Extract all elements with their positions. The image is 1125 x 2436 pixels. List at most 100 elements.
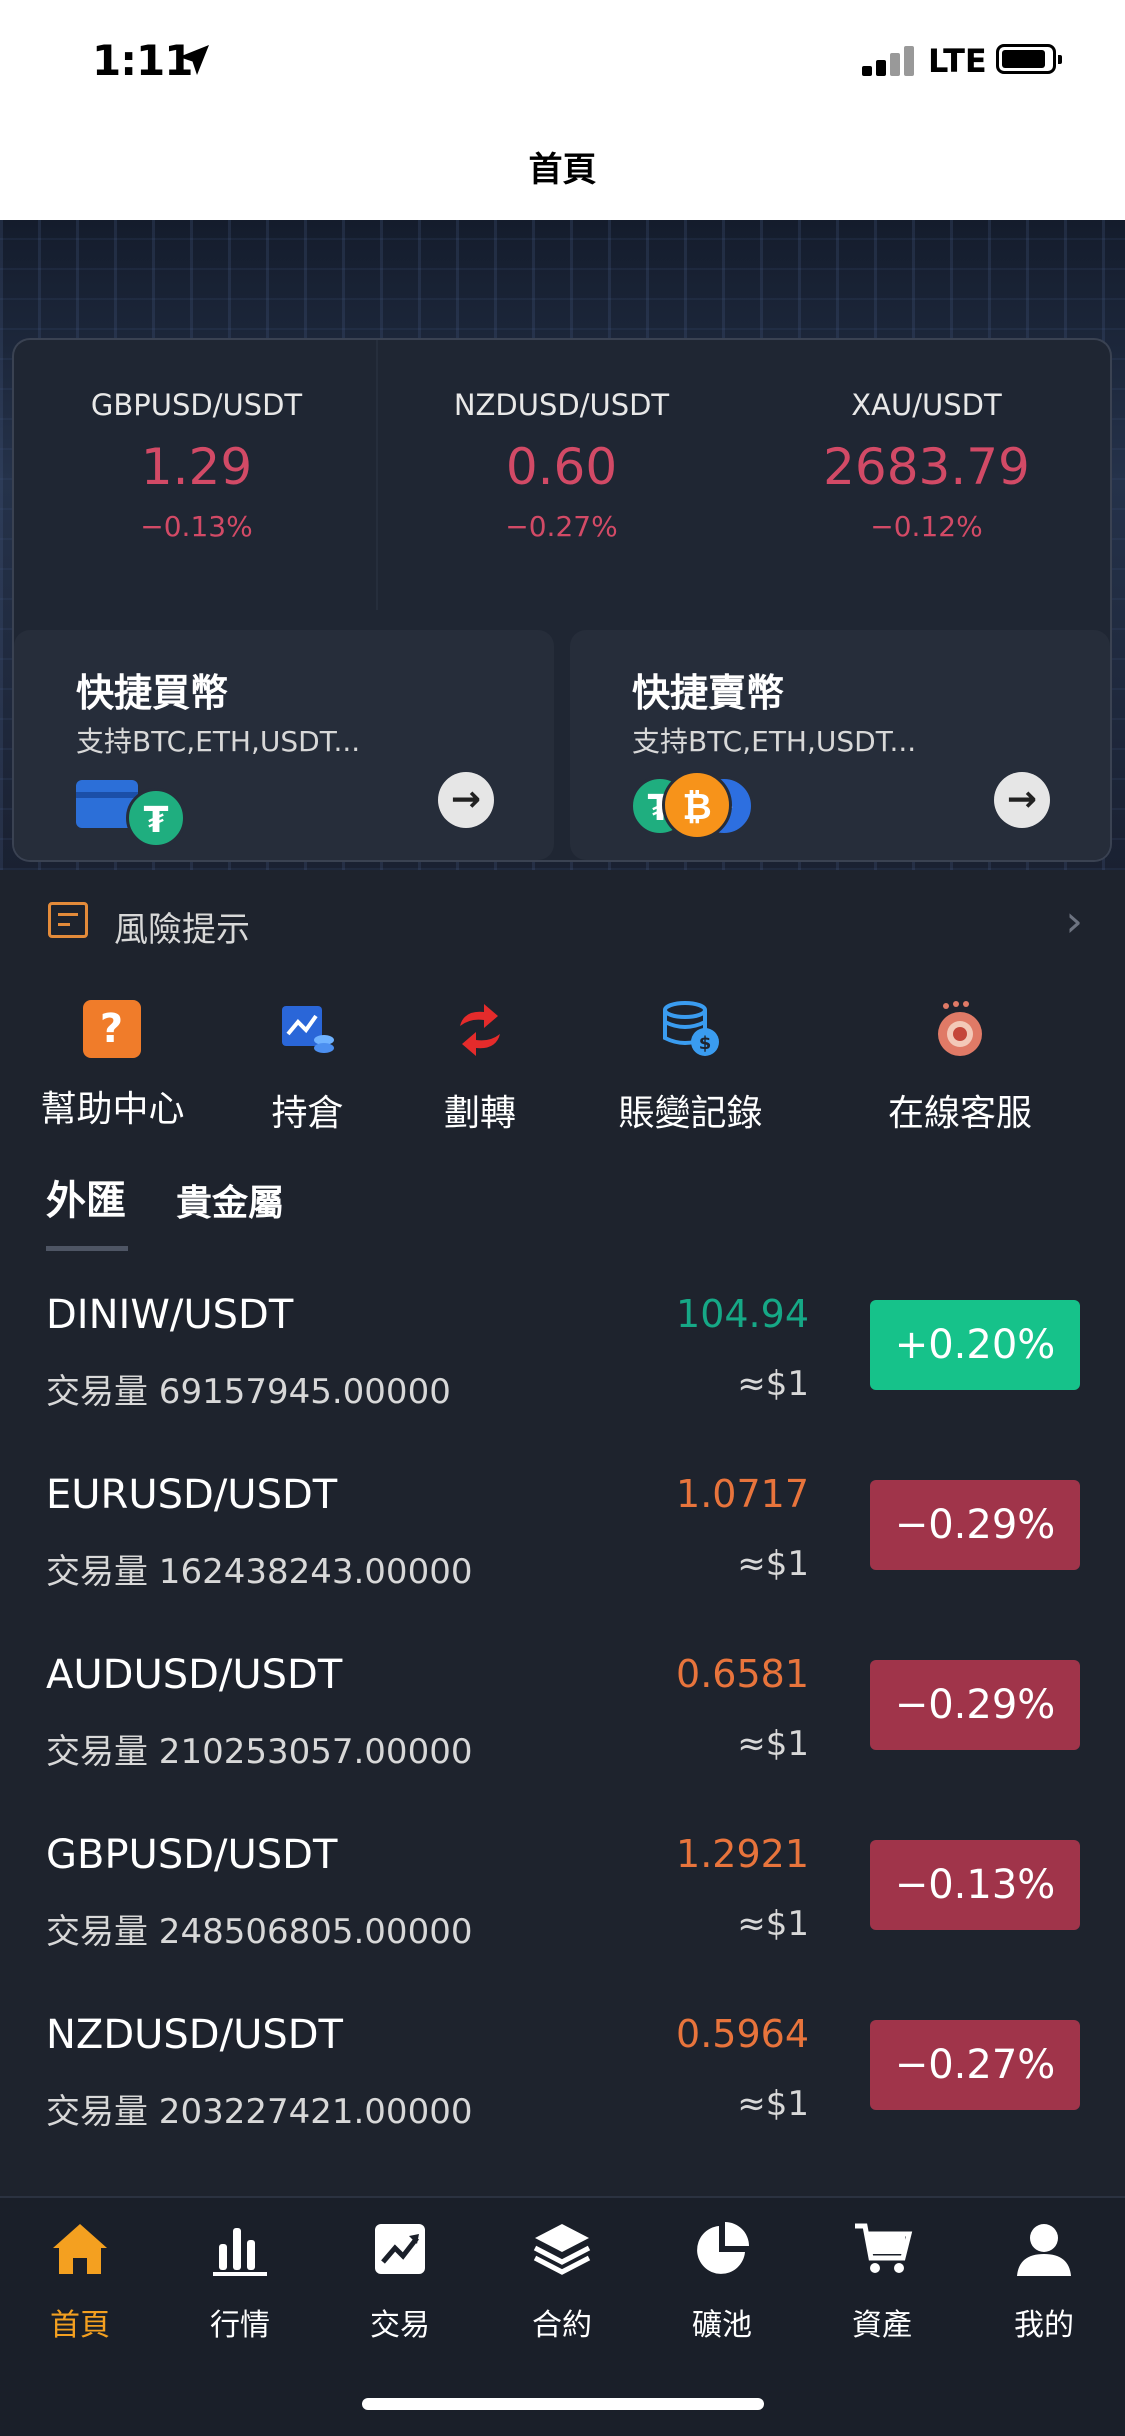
position-icon (281, 1006, 334, 1053)
menu-transfer[interactable]: 劃轉 (405, 1000, 555, 1136)
ticker-change: −0.12% (870, 510, 983, 543)
market-approx: ≈$1 (737, 2084, 809, 2124)
tab-label: 我的 (1014, 2308, 1074, 2343)
market-row[interactable]: NZDUSD/USDT 交易量 203227421.00000 0.5964 ≈… (0, 2012, 1125, 2192)
tab-assets[interactable]: 資產 (802, 2218, 962, 2344)
btc-coin-icon: ₿ (662, 770, 732, 840)
tab-me[interactable]: 我的 (964, 2218, 1124, 2344)
tab-forex[interactable]: 外匯 (46, 1168, 126, 1226)
market-volume: 交易量 162438243.00000 (46, 1552, 473, 1592)
market-price: 0.6581 (676, 1652, 809, 1696)
bar-chart-icon (213, 2228, 267, 2276)
records-icon: $ (662, 1001, 719, 1056)
tab-pool[interactable]: 礦池 (642, 2218, 802, 2344)
menu-label: 在線客服 (887, 1093, 1032, 1134)
change-badge[interactable]: −0.13% (870, 1840, 1080, 1930)
tab-contract[interactable]: 合約 (482, 2218, 642, 2344)
quick-sell-arrow-icon[interactable]: → (994, 772, 1050, 828)
market-row[interactable]: DINIW/USDT 交易量 69157945.00000 104.94 ≈$1… (0, 1292, 1125, 1472)
home-icon (53, 2224, 107, 2274)
menu-position[interactable]: 持倉 (230, 1000, 385, 1136)
market-volume: 交易量 203227421.00000 (46, 2092, 473, 2132)
page-title: 首頁 (528, 150, 597, 190)
menu-label: 持倉 (271, 1093, 344, 1134)
market-row[interactable]: GBPUSD/USDT 交易量 248506805.00000 1.2921 ≈… (0, 1832, 1125, 2012)
location-arrow-icon (179, 45, 209, 75)
tab-label: 首頁 (50, 2308, 110, 2343)
change-badge[interactable]: −0.29% (870, 1480, 1080, 1570)
change-badge[interactable]: +0.20% (870, 1300, 1080, 1390)
ticker-0[interactable]: GBPUSD/USDT 1.29 −0.13% (14, 388, 379, 543)
market-approx: ≈$1 (737, 1904, 809, 1944)
menu-support[interactable]: 在線客服 (880, 1000, 1040, 1136)
quick-sell-title: 快捷賣幣 (632, 671, 785, 715)
tab-metals[interactable]: 貴金屬 (176, 1174, 284, 1226)
menu-help[interactable]: ? 幫助中心 (30, 1000, 195, 1132)
quick-sell-subtitle: 支持BTC,ETH,USDT... (632, 725, 917, 758)
ticker-symbol: GBPUSD/USDT (90, 388, 303, 422)
tab-label: 礦池 (692, 2308, 752, 2343)
transfer-icon (460, 1004, 500, 1056)
divider (376, 340, 378, 610)
cart-icon (855, 2223, 913, 2273)
market-price: 1.0717 (676, 1472, 809, 1516)
ticker-change: −0.13% (140, 510, 253, 543)
market-pair: EURUSD/USDT (46, 1472, 338, 1518)
pie-chart-icon (697, 2222, 749, 2274)
ticker-change: −0.27% (505, 510, 618, 543)
quick-sell-card[interactable]: 快捷賣幣 支持BTC,ETH,USDT... ₮ ♦ ₿ → (570, 630, 1110, 860)
menu-records[interactable]: $ 賬變記錄 (598, 1000, 783, 1136)
market-volume: 交易量 69157945.00000 (46, 1372, 451, 1412)
usdt-coin-icon: ₮ (126, 788, 186, 848)
ticker-2[interactable]: XAU/USDT 2683.79 −0.12% (744, 388, 1109, 543)
help-icon: ? (82, 1000, 143, 1060)
svg-text:$: $ (698, 1033, 711, 1054)
tab-trade[interactable]: 交易 (320, 2218, 480, 2344)
tab-label: 交易 (370, 2308, 430, 2343)
market-price: 104.94 (676, 1292, 809, 1336)
nav-bar: 首頁 (0, 120, 1125, 220)
home-indicator (362, 2398, 764, 2410)
change-badge[interactable]: −0.29% (870, 1660, 1080, 1750)
ticker-price: 2683.79 (823, 438, 1030, 496)
market-price: 0.5964 (676, 2012, 809, 2056)
signal-icon (862, 44, 918, 76)
market-pair: DINIW/USDT (46, 1292, 294, 1338)
notice-icon (48, 902, 88, 938)
market-approx: ≈$1 (737, 1724, 809, 1764)
market-volume: 交易量 248506805.00000 (46, 1912, 473, 1952)
menu-label: 幫助中心 (40, 1089, 185, 1130)
network-label: LTE (928, 42, 987, 80)
change-badge[interactable]: −0.27% (870, 2020, 1080, 2110)
risk-notice[interactable]: 風險提示 › (0, 880, 1125, 970)
support-icon (938, 1001, 982, 1056)
risk-label: 風險提示 (114, 910, 250, 950)
quick-buy-title: 快捷買幣 (76, 671, 229, 715)
tab-indicator (46, 1246, 128, 1251)
market-approx: ≈$1 (737, 1364, 809, 1404)
market-tabs: 外匯 貴金屬 (0, 1168, 1125, 1251)
quick-buy-card[interactable]: 快捷買幣 支持BTC,ETH,USDT... ₮ → (14, 630, 554, 860)
status-bar: 1:11 LTE (0, 0, 1125, 120)
ticker-symbol: XAU/USDT (851, 388, 1002, 422)
quick-buy-arrow-icon[interactable]: → (438, 772, 494, 828)
ticker-1[interactable]: NZDUSD/USDT 0.60 −0.27% (379, 388, 744, 543)
tab-market[interactable]: 行情 (160, 2218, 320, 2344)
ticker-symbol: NZDUSD/USDT (453, 388, 670, 422)
layers-icon (533, 2224, 591, 2275)
market-pair: NZDUSD/USDT (46, 2012, 343, 2058)
market-volume: 交易量 210253057.00000 (46, 1732, 473, 1772)
user-icon (1017, 2224, 1071, 2276)
quick-buy-subtitle: 支持BTC,ETH,USDT... (76, 725, 361, 758)
chevron-right-icon: › (1065, 896, 1083, 947)
tab-label: 行情 (210, 2308, 270, 2343)
tab-home[interactable]: 首頁 (0, 2218, 160, 2344)
market-price: 1.2921 (676, 1832, 809, 1876)
market-pair: AUDUSD/USDT (46, 1652, 343, 1698)
menu-label: 賬變記錄 (618, 1093, 763, 1134)
ticker-price: 1.29 (140, 438, 253, 496)
market-pair: GBPUSD/USDT (46, 1832, 338, 1878)
tab-label: 合約 (532, 2308, 592, 2343)
market-row[interactable]: EURUSD/USDT 交易量 162438243.00000 1.0717 ≈… (0, 1472, 1125, 1652)
market-row[interactable]: AUDUSD/USDT 交易量 210253057.00000 0.6581 ≈… (0, 1652, 1125, 1832)
